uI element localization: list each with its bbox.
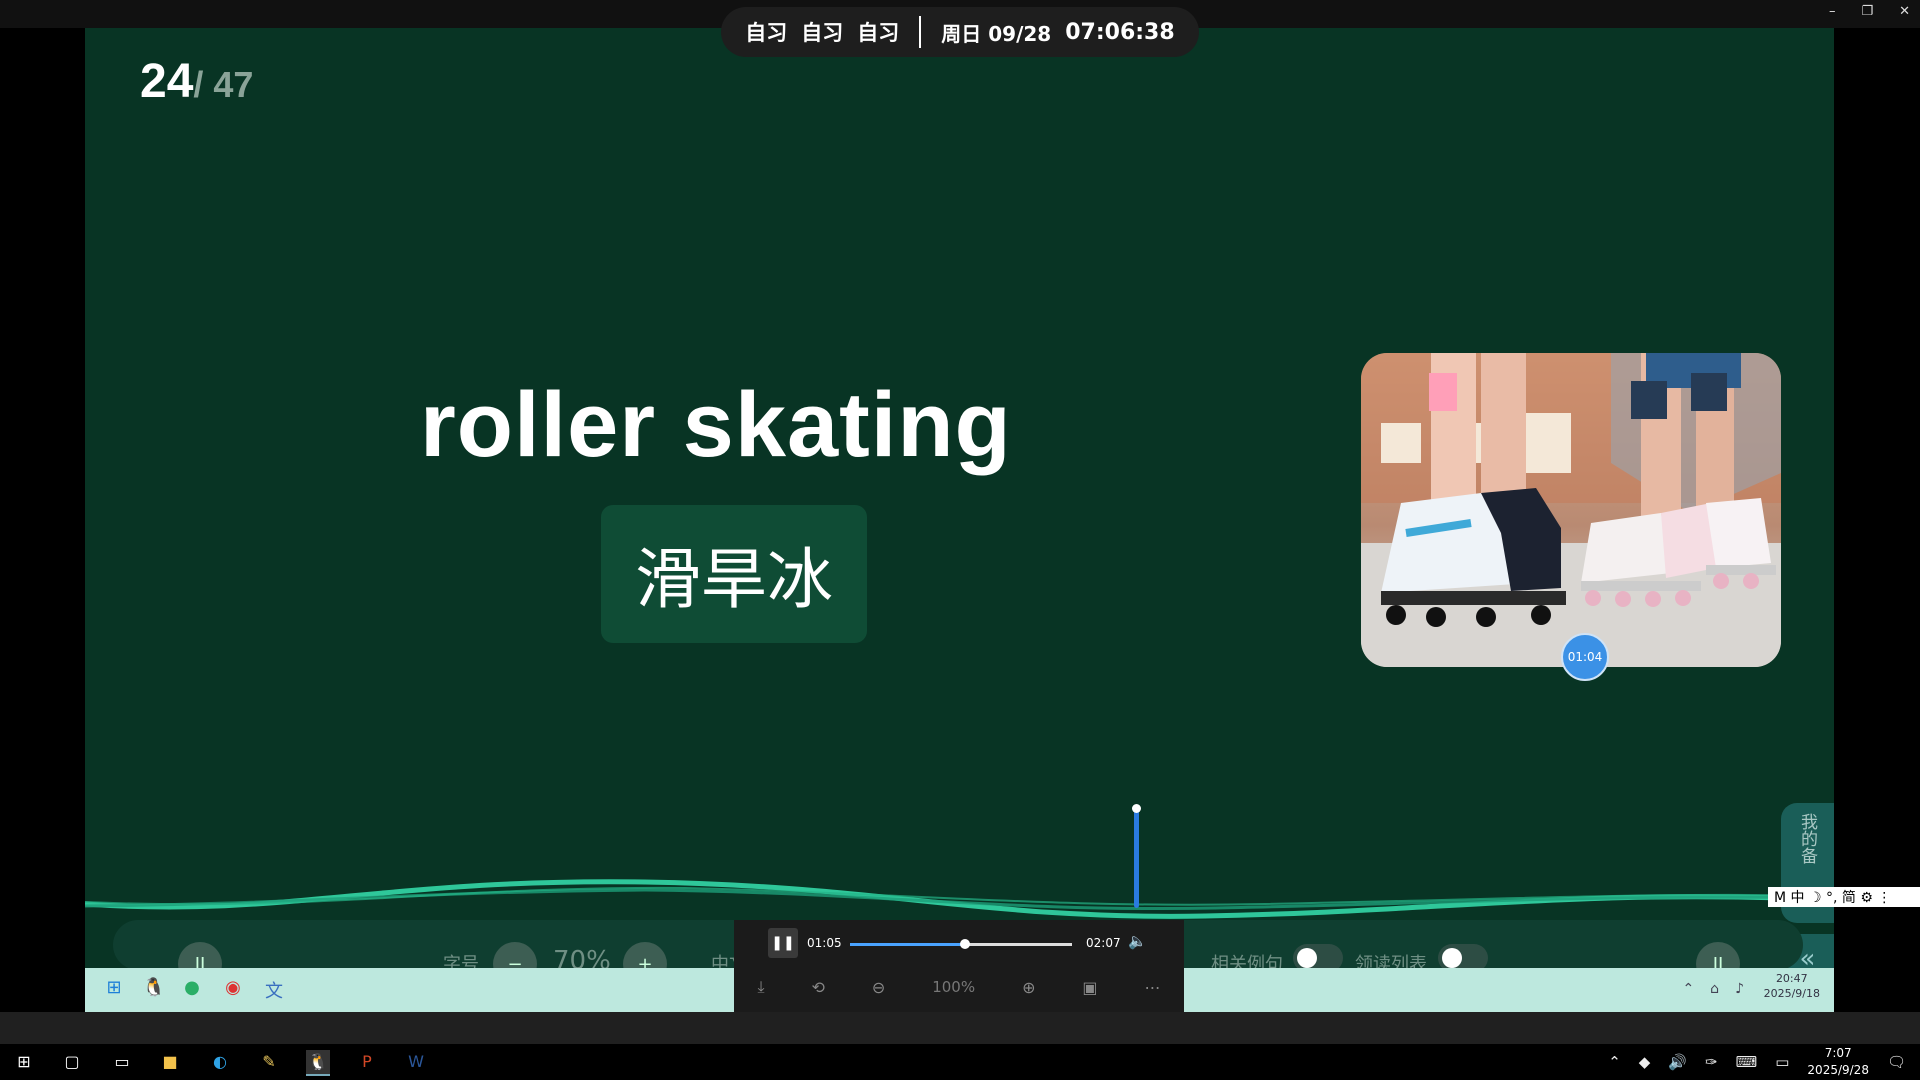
- close-button[interactable]: ✕: [1899, 4, 1910, 19]
- chrome-icon[interactable]: ◉: [220, 977, 246, 1003]
- windows-start-icon[interactable]: ⊞: [101, 977, 127, 1003]
- player-pause-button[interactable]: ❚❚: [768, 928, 798, 958]
- minimize-button[interactable]: –: [1829, 4, 1836, 19]
- photo-timer-badge[interactable]: 01:04: [1561, 633, 1609, 681]
- playhead-marker[interactable]: [1132, 804, 1141, 908]
- keyboard-icon[interactable]: ⌨: [1736, 1053, 1758, 1071]
- notification-icon[interactable]: 🗨: [1887, 1053, 1906, 1071]
- player-progress-fill: [850, 943, 966, 946]
- download-icon[interactable]: ⤓: [757, 977, 764, 997]
- player-current-time: 01:05: [807, 936, 842, 950]
- slide-canvas: 24/ 47 roller skating 滑旱冰 01:04 我的备 « II…: [85, 28, 1834, 1012]
- player-progress-knob[interactable]: [960, 939, 971, 949]
- word-icon[interactable]: W: [404, 1050, 428, 1074]
- inner-clock-date: 2025/9/18: [1763, 987, 1820, 1000]
- zoom-level: 100%: [932, 978, 976, 996]
- system-tray: ⌃ ◆ 🔊 ✑ ⌨ ▭ 7:07 2025/9/28 🗨: [1608, 1044, 1920, 1080]
- session-3: 自习: [857, 21, 900, 45]
- meaning-card: 滑旱冰: [601, 505, 867, 643]
- player-progress-track[interactable]: [850, 939, 1072, 949]
- window-bottom-strip: [0, 1012, 1920, 1044]
- tray-up-icon[interactable]: ⌃: [1608, 1053, 1621, 1071]
- qq-icon[interactable]: 🐧: [141, 977, 167, 1003]
- window-controls: – ❐ ✕: [1829, 4, 1910, 19]
- player-toolbar: ⤓ ⟲ ⊖ 100% ⊕ ▣ ⋯: [734, 972, 1184, 1002]
- file-explorer-icon[interactable]: ■: [158, 1050, 182, 1074]
- powerpoint-icon[interactable]: P: [355, 1050, 379, 1074]
- system-date: 2025/9/28: [1807, 1063, 1869, 1077]
- vocab-meaning: 滑旱冰: [635, 541, 833, 618]
- system-time: 7:07: [1824, 1046, 1852, 1060]
- app-icon[interactable]: 文: [261, 977, 287, 1003]
- pill-divider: [919, 16, 922, 48]
- session-2: 自习: [801, 21, 844, 45]
- rotate-icon[interactable]: ⟲: [812, 978, 825, 997]
- start-icon[interactable]: ⊞: [12, 1050, 36, 1074]
- inner-clock: 20:47 2025/9/18: [1764, 971, 1820, 1001]
- restore-button[interactable]: ❐: [1861, 4, 1873, 19]
- zoom-in-icon[interactable]: ⊕: [1022, 978, 1035, 997]
- page-total: / 47: [193, 64, 254, 105]
- tray-volume-icon[interactable]: ♪: [1735, 981, 1744, 997]
- security-icon[interactable]: ◆: [1639, 1053, 1651, 1071]
- page-counter: 24/ 47: [140, 54, 253, 109]
- ime-toolbar[interactable]: M 中 ☽ °, 简 ⚙ ⋮: [1768, 887, 1920, 907]
- player-total-time: 02:07: [1086, 936, 1121, 950]
- speaker-icon[interactable]: 🔊: [1668, 1053, 1687, 1071]
- tray-network-icon[interactable]: ⌂: [1710, 981, 1719, 997]
- pill-date: 周日 09/28: [941, 21, 1052, 46]
- media-player: ❚❚ 01:05 02:07 🔈 ⤓ ⟲ ⊖ 100% ⊕ ▣ ⋯: [734, 920, 1184, 1012]
- audio-waveform: [85, 879, 1834, 919]
- display-icon[interactable]: ▭: [1775, 1053, 1789, 1071]
- zoom-out-icon[interactable]: ⊖: [872, 978, 885, 997]
- task-view-icon[interactable]: ▢: [60, 1050, 84, 1074]
- sketch-app-icon[interactable]: ✎: [257, 1050, 281, 1074]
- page-current: 24: [140, 55, 194, 108]
- tray-chevron-icon[interactable]: ⌃: [1682, 981, 1694, 997]
- roller-skating-photo: [1361, 353, 1781, 667]
- system-clock[interactable]: 7:07 2025/9/28: [1807, 1045, 1869, 1079]
- vocab-word: roller skating: [420, 374, 1012, 476]
- pill-time: 07:06:38: [1065, 19, 1175, 45]
- qq-taskbar-icon[interactable]: 🐧: [306, 1050, 330, 1076]
- pen-icon[interactable]: ✑: [1705, 1053, 1718, 1071]
- schedule-pill: 自习 自习 自习 周日 09/28 07:06:38: [721, 7, 1199, 57]
- volume-icon[interactable]: 🔈: [1128, 932, 1147, 950]
- inner-clock-time: 20:47: [1775, 972, 1808, 985]
- edge-icon[interactable]: ◐: [208, 1050, 232, 1074]
- app-driver-icon[interactable]: ▭: [110, 1050, 134, 1074]
- session-1: 自习: [745, 21, 788, 45]
- inner-tray-icons: ⌃ ⌂ ♪: [1682, 981, 1744, 997]
- host-taskbar: ⊞ ▢ ▭ ■ ◐ ✎ 🐧 P W ⌃ ◆ 🔊 ✑ ⌨ ▭ 7:07 2025/…: [0, 1044, 1920, 1080]
- actual-size-icon[interactable]: ▣: [1082, 978, 1097, 997]
- more-icon[interactable]: ⋯: [1145, 978, 1161, 997]
- wechat-icon[interactable]: ●: [179, 977, 205, 1003]
